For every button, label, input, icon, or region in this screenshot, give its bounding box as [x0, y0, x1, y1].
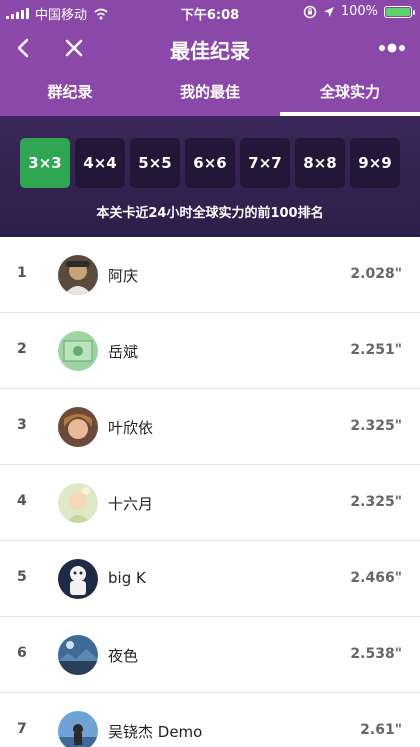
record-time: 2.538"	[350, 646, 402, 662]
tab-my-best[interactable]: 我的最佳	[140, 72, 280, 116]
status-bar: 中国移动 下午6:08 100%	[0, 0, 420, 24]
level-5x5-button[interactable]: 5×5	[130, 138, 180, 188]
player-name: 十六月	[108, 495, 154, 513]
avatar	[58, 559, 98, 599]
rank-number: 3	[17, 417, 27, 433]
page-title: 最佳纪录	[170, 39, 250, 63]
avatar	[58, 483, 98, 523]
level-selector: 3×3 4×4 5×5 6×6 7×7 8×8 9×9	[20, 138, 400, 188]
level-6x6-button[interactable]: 6×6	[185, 138, 235, 188]
record-time: 2.325"	[350, 418, 402, 434]
rank-number: 7	[17, 721, 27, 737]
record-time: 2.61"	[360, 722, 402, 738]
record-time: 2.028"	[350, 266, 402, 282]
level-8x8-button[interactable]: 8×8	[295, 138, 345, 188]
battery-icon	[384, 5, 415, 18]
location-icon	[323, 6, 334, 17]
record-time: 2.251"	[350, 342, 402, 358]
avatar	[58, 711, 98, 747]
level-9x9-button[interactable]: 9×9	[350, 138, 400, 188]
nav-bar: 最佳纪录	[0, 24, 420, 72]
avatar	[58, 331, 98, 371]
ranking-row[interactable]: 3 叶欣依 2.325"	[0, 389, 420, 465]
tab-group-records[interactable]: 群纪录	[0, 72, 140, 116]
orientation-lock-icon	[303, 5, 317, 18]
player-name: 阿庆	[108, 267, 139, 285]
player-name: 岳斌	[108, 343, 139, 361]
rank-number: 2	[17, 341, 27, 357]
ranking-row[interactable]: 5 big K 2.466"	[0, 541, 420, 617]
avatar	[58, 407, 98, 447]
player-name: big K	[108, 569, 146, 587]
level-3x3-button[interactable]: 3×3	[20, 138, 70, 188]
avatar	[58, 635, 98, 675]
level-4x4-button[interactable]: 4×4	[75, 138, 125, 188]
player-name: 夜色	[108, 647, 139, 665]
avatar	[58, 255, 98, 295]
player-name: 叶欣依	[108, 419, 154, 437]
rank-number: 5	[17, 569, 27, 585]
ranking-row[interactable]: 4 十六月 2.325"	[0, 465, 420, 541]
ranking-subtitle: 本关卡近24小时全球实力的前100排名	[96, 206, 324, 221]
ranking-list: 1 阿庆 2.028" 2 岳斌 2.251" 3 叶欣依 2.325" 4 十…	[0, 237, 420, 747]
level-panel: 3×3 4×4 5×5 6×6 7×7 8×8 9×9 本关卡近24小时全球实力…	[0, 116, 420, 237]
record-time: 2.325"	[350, 494, 402, 510]
rank-number: 6	[17, 645, 27, 661]
record-time: 2.466"	[350, 570, 402, 586]
rank-number: 1	[17, 265, 27, 281]
player-name: 吴铙杰 Demo	[108, 723, 203, 741]
ranking-row[interactable]: 2 岳斌 2.251"	[0, 313, 420, 389]
more-dots-icon[interactable]	[378, 36, 406, 60]
tab-global-ranking[interactable]: 全球实力	[280, 72, 420, 116]
ranking-row[interactable]: 6 夜色 2.538"	[0, 617, 420, 693]
battery-percent: 100%	[340, 4, 378, 19]
ranking-row[interactable]: 7 吴铙杰 Demo 2.61"	[0, 693, 420, 747]
tab-bar: 群纪录 我的最佳 全球实力	[0, 72, 420, 116]
rank-number: 4	[17, 493, 27, 509]
ranking-row[interactable]: 1 阿庆 2.028"	[0, 237, 420, 313]
level-7x7-button[interactable]: 7×7	[240, 138, 290, 188]
